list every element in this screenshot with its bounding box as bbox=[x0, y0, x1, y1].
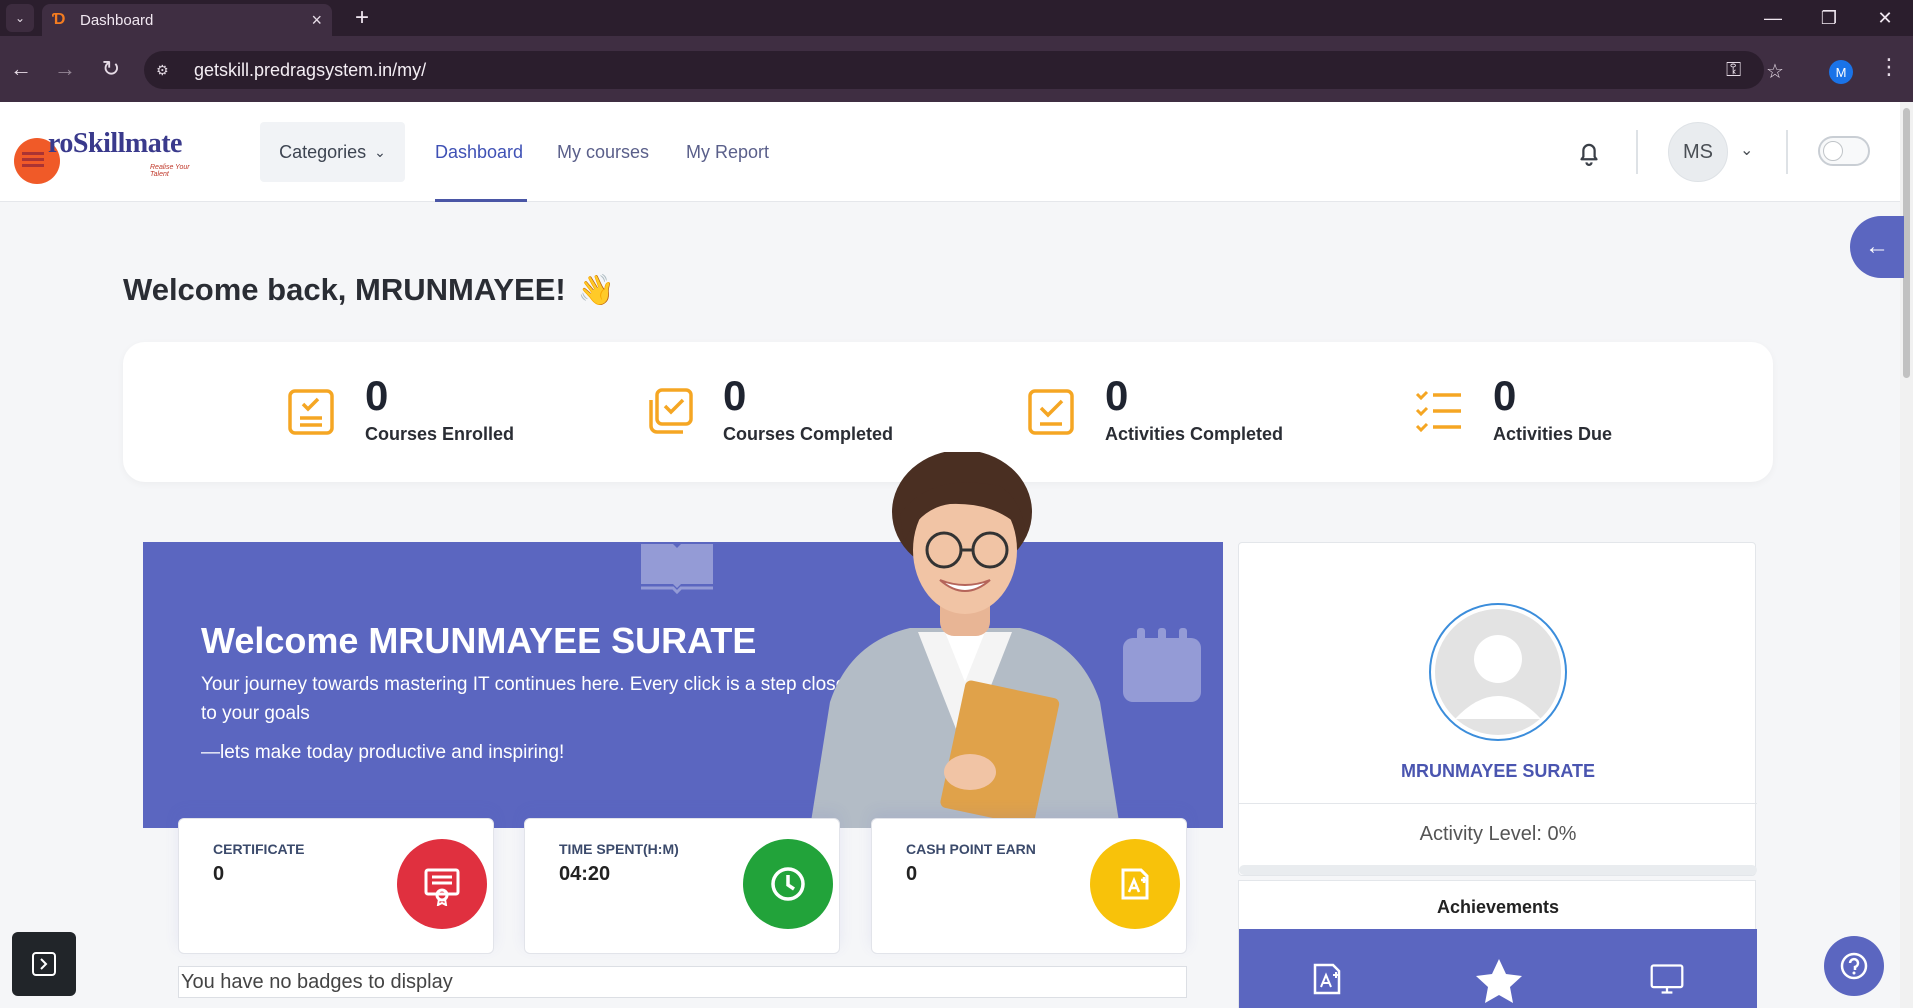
stat-activities-completed: 0 Activities Completed bbox=[1025, 372, 1283, 445]
time-spent-card: TIME SPENT(H:M) 04:20 bbox=[524, 818, 840, 954]
minimize-icon[interactable]: — bbox=[1744, 0, 1802, 36]
copy-check-icon bbox=[649, 388, 693, 434]
browser-tabbar: ⌄ Ɗ Dashboard × + — ❐ ✕ bbox=[0, 0, 1913, 36]
calendar-icon bbox=[1123, 628, 1201, 702]
user-menu-chevron-icon[interactable]: ⌄ bbox=[1740, 140, 1753, 160]
categories-dropdown[interactable]: Categories ⌄ bbox=[260, 122, 405, 182]
categories-label: Categories bbox=[279, 141, 367, 162]
checklist-icon bbox=[1415, 390, 1461, 433]
tab-title: Dashboard bbox=[80, 11, 154, 29]
page-title: Welcome back, MRUNMAYEE! 👋 bbox=[123, 272, 615, 308]
check-square-icon bbox=[1028, 389, 1074, 435]
banner-message: Your journey towards mastering IT contin… bbox=[201, 674, 853, 724]
waving-hand-icon: 👋 bbox=[577, 273, 616, 307]
site-favicon-icon: Ɗ bbox=[52, 11, 66, 28]
forward-arrow-icon[interactable]: → bbox=[48, 52, 82, 86]
activity-progress-bar bbox=[1239, 865, 1757, 875]
stat-label: Courses Completed bbox=[723, 424, 894, 444]
student-illustration bbox=[810, 452, 1120, 828]
logo-text: roSkillmate bbox=[48, 128, 182, 159]
reload-icon[interactable]: ↻ bbox=[94, 52, 128, 86]
site-info-icon[interactable]: ⚙ bbox=[156, 62, 180, 79]
stat-label: Activities Due bbox=[1493, 424, 1613, 444]
sidebar-toggle-icon[interactable] bbox=[12, 932, 76, 996]
profile-avatar[interactable] bbox=[1429, 603, 1567, 741]
browser-profile-avatar[interactable]: M bbox=[1829, 60, 1853, 84]
clock-icon bbox=[743, 839, 833, 929]
clipboard-check-icon bbox=[288, 389, 334, 435]
browser-toolbar: ← → ↻ ⚙ getskill.predragsystem.in/my/ ⚿ … bbox=[0, 36, 1913, 102]
theme-toggle[interactable] bbox=[1818, 136, 1870, 166]
help-question-icon[interactable] bbox=[1824, 936, 1884, 996]
card-value: 0 bbox=[906, 863, 918, 885]
chevron-down-icon: ⌄ bbox=[374, 143, 386, 160]
file-add-icon bbox=[1090, 839, 1180, 929]
stat-label: Courses Enrolled bbox=[365, 424, 515, 444]
tab-close-icon[interactable]: × bbox=[311, 10, 322, 31]
stat-activities-due: 0 Activities Due bbox=[1413, 372, 1612, 445]
password-key-icon[interactable]: ⚿ bbox=[1726, 59, 1741, 82]
url-text[interactable]: getskill.predragsystem.in/my/ bbox=[194, 60, 426, 81]
stat-courses-completed: 0 Courses Completed bbox=[643, 372, 893, 445]
tab-search-chevron-icon[interactable]: ⌄ bbox=[6, 4, 34, 32]
restore-icon[interactable]: ❐ bbox=[1800, 0, 1858, 36]
certificate-card: CERTIFICATE 0 bbox=[178, 818, 494, 954]
back-arrow-icon[interactable]: ← bbox=[4, 52, 38, 86]
scrollbar-thumb[interactable] bbox=[1903, 108, 1910, 378]
achievements-card: Achievements bbox=[1238, 880, 1757, 1008]
window-close-icon[interactable]: ✕ bbox=[1856, 0, 1913, 36]
open-drawer-arrow-icon[interactable]: ← bbox=[1850, 216, 1904, 278]
star-icon[interactable] bbox=[1471, 957, 1527, 1005]
achievements-strip bbox=[1239, 929, 1757, 1008]
card-label: TIME SPENT(H:M) bbox=[559, 841, 679, 857]
stat-courses-enrolled: 0 Courses Enrolled bbox=[285, 372, 514, 445]
stat-value: 0 bbox=[365, 372, 389, 419]
notification-bell-icon[interactable] bbox=[1574, 138, 1604, 168]
activity-level: Activity Level: 0% bbox=[1419, 823, 1577, 845]
achievements-title: Achievements bbox=[1436, 897, 1560, 917]
welcome-text: Welcome back, MRUNMAYEE! bbox=[123, 272, 566, 307]
card-value: 0 bbox=[213, 863, 225, 885]
user-avatar[interactable]: MS bbox=[1668, 122, 1728, 182]
stat-value: 0 bbox=[723, 372, 747, 419]
banner-title: Welcome MRUNMAYEE SURATE bbox=[201, 620, 757, 661]
default-user-icon bbox=[1435, 609, 1561, 735]
nav-my-report[interactable]: My Report bbox=[686, 142, 769, 163]
card-label: CERTIFICATE bbox=[213, 841, 305, 857]
certificate-icon bbox=[397, 839, 487, 929]
logo-tagline: Realise Your Talent bbox=[150, 164, 190, 178]
new-tab-plus-icon[interactable]: + bbox=[348, 4, 376, 32]
stat-label: Activities Completed bbox=[1105, 424, 1284, 444]
profile-card: MRUNMAYEE SURATE Activity Level: 0% bbox=[1238, 542, 1757, 876]
site-logo[interactable]: roSkillmate Realise Your Talent bbox=[14, 128, 204, 184]
badges-message: You have no badges to display bbox=[178, 966, 1187, 998]
active-nav-indicator bbox=[435, 199, 527, 202]
card-label: CASH POINT EARN bbox=[906, 841, 1036, 857]
file-add-icon[interactable] bbox=[1309, 961, 1345, 997]
bookmark-star-icon[interactable]: ☆ bbox=[1766, 59, 1784, 84]
cash-point-card: CASH POINT EARN 0 bbox=[871, 818, 1187, 954]
address-bar[interactable]: ⚙ getskill.predragsystem.in/my/ ⚿ ☆ bbox=[144, 51, 1784, 89]
profile-name[interactable]: MRUNMAYEE SURATE bbox=[1239, 761, 1757, 782]
nav-dashboard[interactable]: Dashboard bbox=[435, 142, 523, 163]
site-header: roSkillmate Realise Your Talent Categori… bbox=[0, 102, 1900, 202]
header-divider bbox=[1636, 130, 1638, 174]
nav-my-courses[interactable]: My courses bbox=[557, 142, 649, 163]
header-divider bbox=[1786, 130, 1788, 174]
card-value: 04:20 bbox=[559, 863, 611, 885]
stat-value: 0 bbox=[1105, 372, 1129, 419]
monitor-icon[interactable] bbox=[1649, 961, 1685, 997]
browser-menu-icon[interactable]: ⋮ bbox=[1878, 54, 1900, 80]
book-icon bbox=[641, 544, 713, 594]
stat-value: 0 bbox=[1493, 372, 1517, 419]
browser-tab[interactable]: Ɗ Dashboard × bbox=[42, 4, 332, 36]
banner-message-2: —lets make today productive and inspirin… bbox=[201, 742, 565, 763]
